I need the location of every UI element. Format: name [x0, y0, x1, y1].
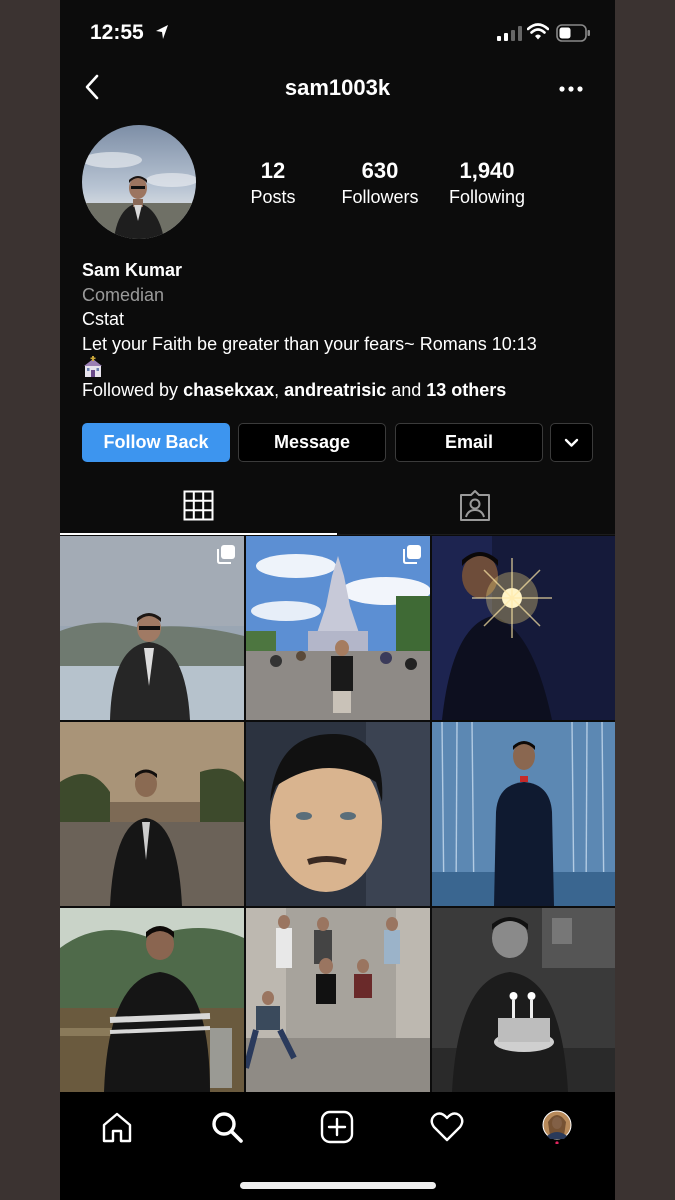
multiple-photos-icon [217, 545, 235, 564]
profile-bio: Sam Kumar Comedian Cstat Let your Faith … [82, 258, 602, 403]
home-icon[interactable] [100, 1110, 134, 1144]
profile-avatar-icon[interactable] [540, 1110, 574, 1144]
followers-number: 630 [361, 158, 399, 183]
followers-label: Followers [341, 187, 419, 207]
followed-prefix: Followed by [82, 380, 184, 400]
chevron-down-icon [564, 438, 579, 447]
home-indicator[interactable] [240, 1182, 436, 1189]
church-emoji-icon [84, 356, 102, 377]
bio-line-2: Let your Faith be greater than your fear… [82, 333, 537, 354]
display-name: Sam Kumar [82, 260, 183, 280]
bio-line-1: Cstat [82, 309, 125, 329]
separator-comma: , [274, 380, 285, 400]
post-thumbnail[interactable] [60, 908, 244, 1092]
multiple-photos-icon [403, 545, 421, 564]
post-thumbnail[interactable] [60, 536, 244, 720]
post-thumbnail[interactable] [246, 536, 430, 720]
following-label: Following [448, 187, 526, 207]
battery-icon [556, 24, 590, 42]
email-button[interactable]: Email [395, 423, 543, 462]
activity-heart-icon[interactable] [430, 1110, 464, 1144]
message-button[interactable]: Message [238, 423, 386, 462]
signal-icon [497, 26, 522, 41]
posts-count[interactable]: 12 Posts [218, 158, 328, 210]
profile-category[interactable]: Comedian [82, 283, 602, 308]
phone-screen: 12:55 sam1003k 12 Posts 630 Followers 1,… [60, 0, 615, 1200]
post-thumbnail[interactable] [246, 722, 430, 906]
grid-icon [183, 490, 214, 521]
location-arrow-icon [156, 25, 168, 39]
posts-grid [60, 536, 615, 1092]
tab-posts-grid[interactable] [60, 480, 337, 535]
left-margin [0, 0, 60, 1200]
post-thumbnail[interactable] [246, 908, 430, 1092]
post-thumbnail[interactable] [432, 536, 615, 720]
tab-tagged[interactable] [338, 480, 615, 535]
wifi-icon [527, 23, 549, 40]
status-bar: 12:55 [60, 0, 615, 64]
suggested-accounts-button[interactable] [550, 423, 593, 462]
and-text: and [386, 380, 427, 400]
tagged-person-icon [460, 490, 490, 521]
following-count[interactable]: 1,940 Following [432, 158, 542, 210]
posts-label: Posts [250, 187, 296, 207]
mutual-others[interactable]: 13 others [426, 380, 506, 400]
followers-count[interactable]: 630 Followers [325, 158, 435, 210]
post-thumbnail[interactable] [432, 908, 615, 1092]
mutual-follower-1[interactable]: chasekxax [183, 380, 274, 400]
post-thumbnail[interactable] [432, 722, 615, 906]
following-number: 1,940 [459, 158, 515, 183]
right-margin [615, 0, 675, 1200]
profile-username: sam1003k [284, 75, 391, 100]
followed-by-text[interactable]: Followed by chasekxax, andreatrisic and … [82, 378, 602, 403]
new-post-icon[interactable] [320, 1110, 354, 1144]
posts-number: 12 [260, 158, 286, 183]
search-icon[interactable] [210, 1110, 244, 1144]
more-options-icon[interactable] [558, 80, 584, 98]
status-time: 12:55 [90, 21, 144, 44]
mutual-follower-2[interactable]: andreatrisic [284, 380, 386, 400]
profile-avatar[interactable] [82, 125, 196, 239]
post-thumbnail[interactable] [60, 722, 244, 906]
follow-back-button[interactable]: Follow Back [82, 423, 230, 462]
